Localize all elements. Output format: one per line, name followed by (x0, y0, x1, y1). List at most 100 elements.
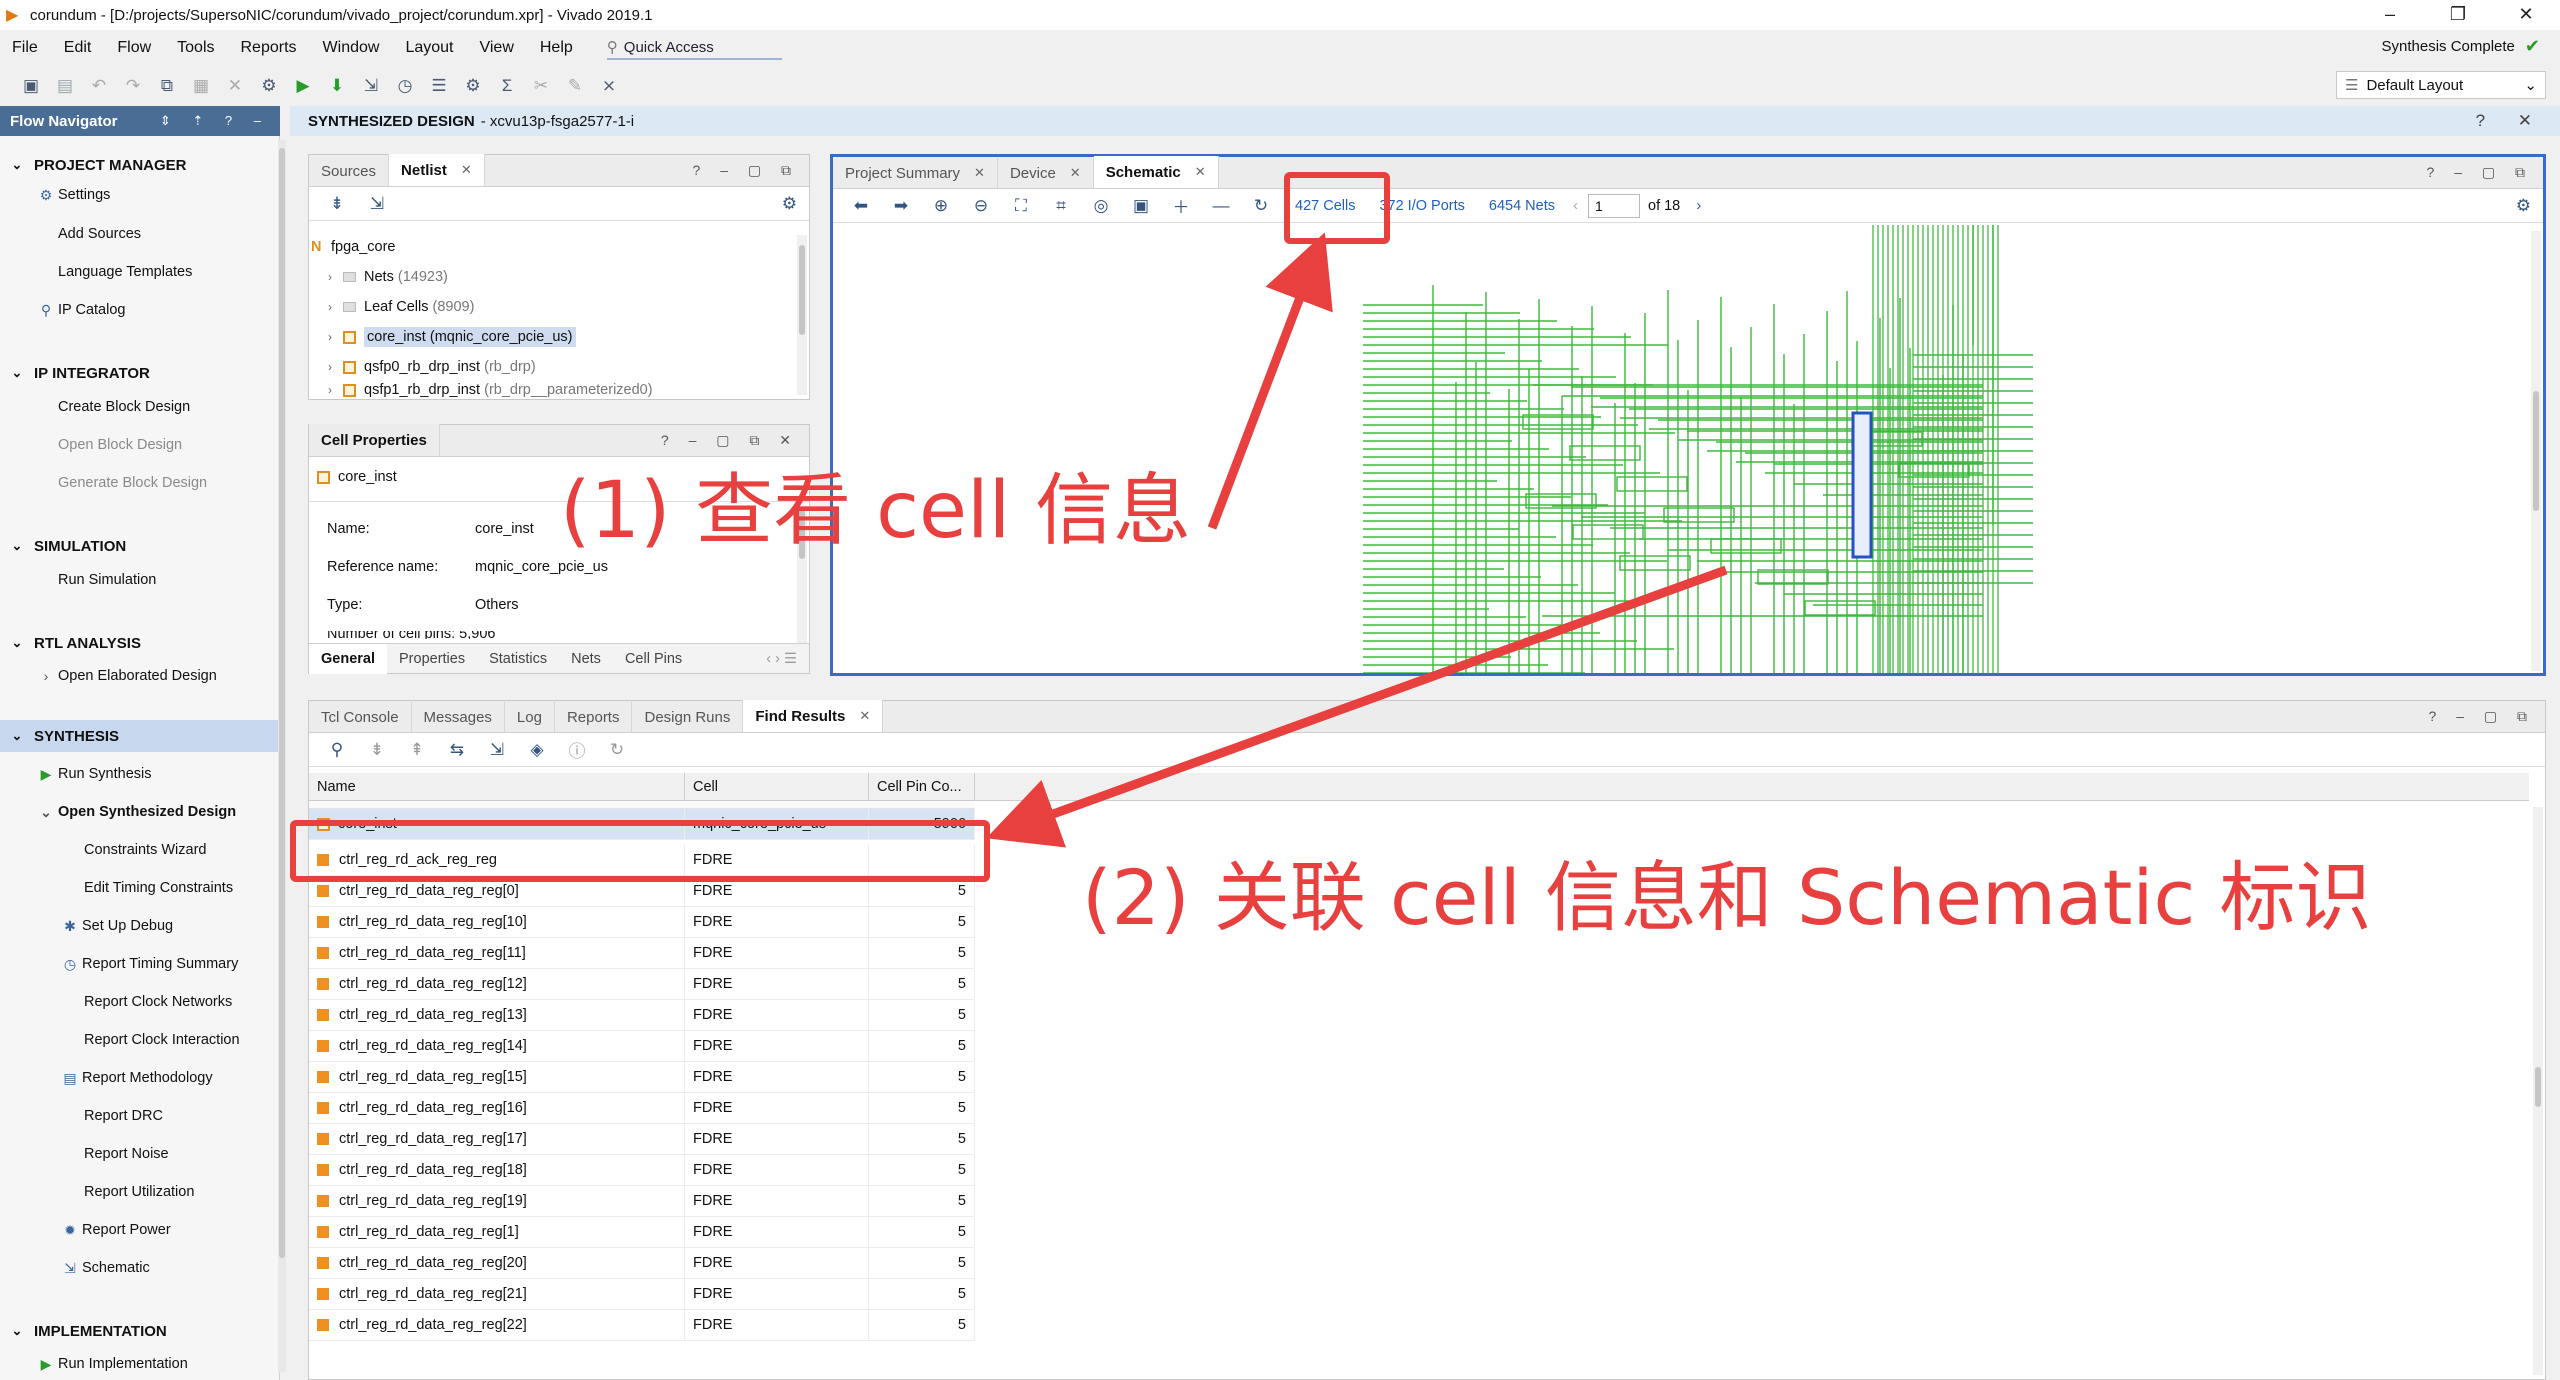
menu-file[interactable]: File (12, 39, 38, 57)
menu-reports[interactable]: Reports (241, 39, 297, 57)
collapse-all-icon[interactable]: ⇟ (317, 189, 357, 219)
tab-find-results[interactable]: Find Results ✕ (743, 700, 884, 732)
table-row[interactable]: ctrl_reg_rd_data_reg_reg[22] FDRE 5 (309, 1310, 975, 1341)
nav-generate-block-design[interactable]: Generate Block Design (58, 471, 207, 495)
collapse-icon[interactable]: — (1201, 191, 1241, 221)
panel-controls-icon[interactable]: ? – ▢ ⧉ (2427, 164, 2533, 181)
netlist-scrollbar[interactable] (797, 235, 807, 395)
nav-run-synthesis[interactable]: ▶ Run Synthesis (34, 762, 152, 786)
collapse-all-icon[interactable]: ⇟ (357, 735, 397, 765)
nav-report-utilization[interactable]: Report Utilization (84, 1180, 194, 1204)
expand-all-icon[interactable]: ⇞ (397, 735, 437, 765)
close-icon[interactable]: ✕ (859, 708, 870, 724)
close-icon[interactable]: ✕ (1070, 165, 1081, 181)
target-icon[interactable]: ◎ (1081, 191, 1121, 221)
col-name[interactable]: Name (309, 773, 685, 800)
copy-icon[interactable]: ⧉ (150, 71, 184, 101)
table-row[interactable]: ctrl_reg_rd_data_reg_reg[10] FDRE 5 (309, 907, 975, 938)
nav-run-simulation[interactable]: Run Simulation (58, 568, 156, 592)
section-simulation[interactable]: ⌄ SIMULATION (0, 533, 279, 559)
nav-add-sources[interactable]: Add Sources (58, 222, 141, 246)
table-row[interactable]: ctrl_reg_rd_data_reg_reg[14] FDRE 5 (309, 1031, 975, 1062)
section-rtl-analysis[interactable]: ⌄ RTL ANALYSIS (0, 630, 279, 656)
tab-general[interactable]: General (309, 643, 387, 674)
section-synthesis[interactable]: ⌄ SYNTHESIS (0, 720, 279, 752)
close-window-button[interactable]: ✕ (2492, 0, 2560, 30)
layout-select[interactable]: ☰ Default Layout ⌄ (2336, 71, 2546, 99)
fit-icon[interactable]: ⛶ (1001, 191, 1041, 221)
table-row[interactable]: ctrl_reg_rd_data_reg_reg[1] FDRE 5 (309, 1217, 975, 1248)
find-results-scrollbar[interactable] (2533, 807, 2543, 1375)
table-row[interactable]: ctrl_reg_rd_data_reg_reg[20] FDRE 5 (309, 1248, 975, 1279)
table-row[interactable]: ctrl_reg_rd_data_reg_reg[18] FDRE 5 (309, 1155, 975, 1186)
tree-row-leaf-cells[interactable]: › Leaf Cells (8909) (317, 293, 474, 321)
page-input[interactable]: 1 (1588, 193, 1640, 218)
col-cell-pin-count[interactable]: Cell Pin Co... (869, 773, 975, 800)
cancel-icon[interactable]: ⨯ (592, 71, 626, 101)
timing-icon[interactable]: ◷ (388, 71, 422, 101)
nav-open-synthesized-design[interactable]: ⌄ Open Synthesized Design (34, 800, 236, 824)
refresh-icon[interactable]: ↻ (597, 735, 637, 765)
info-icon[interactable]: ⓘ (557, 735, 597, 765)
run-icon[interactable]: ▶ (286, 71, 320, 101)
table-row[interactable]: ctrl_reg_rd_data_reg_reg[11] FDRE 5 (309, 938, 975, 969)
flow-navigator-scrollbar[interactable] (278, 140, 286, 1372)
ports-link[interactable]: 372 I/O Ports (1379, 198, 1464, 214)
section-project-manager[interactable]: ⌄ PROJECT MANAGER (0, 152, 279, 178)
save-icon[interactable]: ▤ (48, 71, 82, 101)
section-ip-integrator[interactable]: ⌄ IP INTEGRATOR (0, 360, 279, 386)
route-icon[interactable]: ⇲ (354, 71, 388, 101)
tree-row-core-inst[interactable]: › core_inst (mqnic_core_pcie_us) (317, 323, 576, 351)
nav-create-block-design[interactable]: Create Block Design (58, 395, 190, 419)
tab-cell-pins[interactable]: Cell Pins (613, 651, 694, 667)
tab-design-runs[interactable]: Design Runs (632, 702, 744, 732)
tab-properties[interactable]: Properties (387, 651, 477, 667)
tree-row-nets[interactable]: › Nets (14923) (317, 263, 448, 291)
tab-nets[interactable]: Nets (559, 651, 613, 667)
menu-layout[interactable]: Layout (405, 39, 453, 57)
nav-set-up-debug[interactable]: ✱ Set Up Debug (58, 914, 173, 938)
menu-flow[interactable]: Flow (117, 39, 151, 57)
tab-schematic[interactable]: Schematic ✕ (1093, 156, 1219, 188)
debug-icon[interactable]: ✂ (524, 71, 558, 101)
quick-access-input[interactable]: ⚲ Quick Access (606, 36, 782, 60)
nav-settings[interactable]: ⚙ Settings (34, 183, 111, 207)
zoom-area-icon[interactable]: ⌗ (1041, 191, 1081, 221)
search-icon[interactable]: ⚲ (317, 735, 357, 765)
tab-scroll-icon[interactable]: ‹ › ☰ (754, 651, 809, 667)
nav-language-templates[interactable]: Language Templates (58, 260, 192, 284)
menu-edit[interactable]: Edit (64, 39, 92, 57)
table-row[interactable]: ctrl_reg_rd_data_reg_reg[12] FDRE 5 (309, 969, 975, 1000)
expand-icon[interactable]: ＋ (1161, 191, 1201, 221)
minimize-button[interactable]: – (2356, 0, 2424, 30)
tab-netlist[interactable]: Netlist ✕ (389, 154, 485, 186)
schematic-scrollbar[interactable] (2531, 231, 2541, 671)
table-row[interactable]: ctrl_reg_rd_data_reg_reg[13] FDRE 5 (309, 1000, 975, 1031)
tab-log[interactable]: Log (505, 702, 555, 732)
tab-statistics[interactable]: Statistics (477, 651, 559, 667)
zoom-in-icon[interactable]: ⊕ (921, 191, 961, 221)
open-project-icon[interactable]: ▣ (14, 71, 48, 101)
panel-controls-icon[interactable]: ? – ▢ ⧉ (693, 162, 799, 179)
redo-icon[interactable]: ↷ (116, 71, 150, 101)
tab-tcl-console[interactable]: Tcl Console (309, 702, 412, 732)
paste-icon[interactable]: ▦ (184, 71, 218, 101)
nav-open-block-design[interactable]: Open Block Design (58, 433, 182, 457)
chevron-right-icon[interactable]: › (1696, 197, 1701, 214)
nav-edit-timing-constraints[interactable]: Edit Timing Constraints (84, 876, 233, 900)
tree-row-qsfp1[interactable]: › qsfp1_rb_drp_inst (rb_drp__parameterize… (317, 381, 653, 399)
nav-constraints-wizard[interactable]: Constraints Wizard (84, 838, 206, 862)
tree-root[interactable]: Nfpga_core (311, 233, 396, 261)
tab-device[interactable]: Device ✕ (998, 158, 1094, 188)
schematic-icon[interactable]: ⇲ (357, 189, 397, 219)
nav-report-methodology[interactable]: ▤ Report Methodology (58, 1066, 212, 1090)
table-row[interactable]: ctrl_reg_rd_data_reg_reg[19] FDRE 5 (309, 1186, 975, 1217)
chevron-left-icon[interactable]: ‹ (1573, 197, 1578, 214)
delete-icon[interactable]: ✕ (218, 71, 252, 101)
nav-report-noise[interactable]: Report Noise (84, 1142, 169, 1166)
close-icon[interactable]: ✕ (1195, 164, 1206, 180)
nav-report-clock-interaction[interactable]: Report Clock Interaction (84, 1028, 240, 1052)
gear-icon[interactable]: ⚙ (2516, 196, 2531, 216)
nav-report-clock-networks[interactable]: Report Clock Networks (84, 990, 232, 1014)
refresh-icon[interactable]: ↻ (1241, 191, 1281, 221)
